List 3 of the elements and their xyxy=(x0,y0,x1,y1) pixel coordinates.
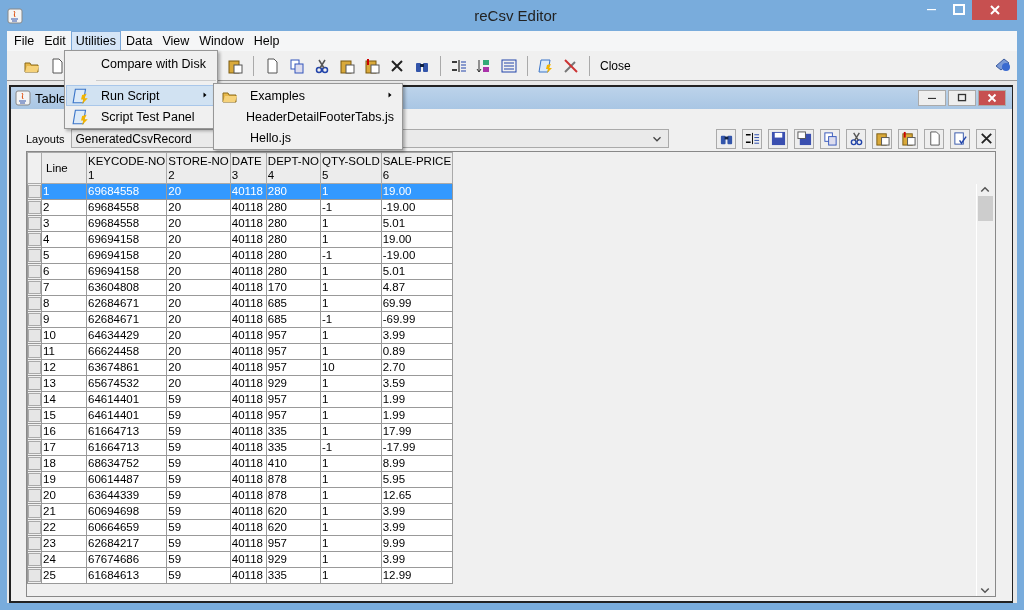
frame-title: Table xyxy=(35,90,67,106)
window-title: reCsv Editor xyxy=(473,7,558,24)
layouts-label: Layouts xyxy=(26,132,65,145)
